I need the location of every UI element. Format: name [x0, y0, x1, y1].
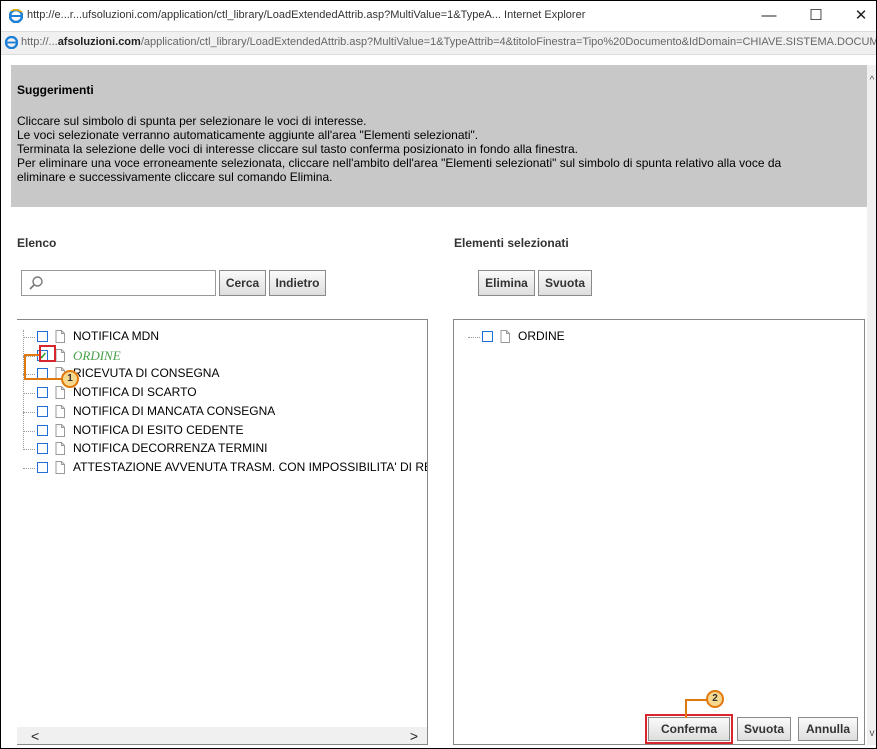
tree-item[interactable]: NOTIFICA MDN: [23, 328, 423, 346]
selected-label: Elementi selezionati: [454, 236, 569, 250]
tree-connector: [23, 430, 35, 432]
search-box[interactable]: [21, 270, 216, 296]
list-label: Elenco: [17, 236, 57, 250]
scroll-up-icon[interactable]: ^: [867, 75, 876, 86]
tree-item[interactable]: ORDINE: [468, 328, 864, 346]
tree-item[interactable]: ORDINE: [23, 347, 423, 365]
cancel-button[interactable]: Annulla: [798, 717, 858, 741]
item-label: ORDINE: [73, 347, 121, 363]
title-bar: http://e...r...ufsoluzioni.com/applicati…: [1, 1, 876, 31]
tree-connector: [23, 467, 35, 469]
tree-connector: [23, 411, 35, 413]
page-content: Suggerimenti Cliccare sul simbolo di spu…: [11, 65, 867, 745]
confirm-button[interactable]: Conferma: [645, 714, 733, 744]
internet-explorer-icon: [5, 36, 18, 49]
item-checkbox[interactable]: [482, 331, 493, 342]
internet-explorer-icon: [9, 9, 23, 23]
document-icon: [55, 442, 65, 456]
scroll-left-icon[interactable]: <: [31, 728, 39, 744]
item-label: NOTIFICA DI ESITO CEDENTE: [73, 422, 244, 437]
tree-connector: [23, 337, 35, 338]
item-label: NOTIFICA DI SCARTO: [73, 385, 197, 400]
help-text: Cliccare sul simbolo di spunta per selez…: [17, 114, 863, 184]
callout-badge-2: 2: [706, 690, 724, 708]
item-checkbox[interactable]: [37, 424, 48, 436]
tree-item[interactable]: ATTESTAZIONE AVVENUTA TRASM. CON IMPOSSI…: [23, 459, 427, 477]
document-icon: [55, 423, 65, 437]
document-icon: [55, 404, 65, 418]
help-panel: Suggerimenti Cliccare sul simbolo di spu…: [11, 65, 867, 207]
clear-button[interactable]: Svuota: [737, 717, 791, 741]
maximize-button[interactable]: ☐: [801, 5, 831, 27]
search-button[interactable]: Cerca: [219, 270, 266, 296]
tree-item[interactable]: NOTIFICA DI SCARTO: [23, 384, 423, 402]
item-label: RICEVUTA DI CONSEGNA: [73, 366, 220, 381]
tree-item[interactable]: NOTIFICA DI MANCATA CONSEGNA: [23, 403, 423, 421]
tree-connector: [23, 393, 35, 395]
vertical-scrollbar[interactable]: ^ v: [867, 65, 876, 745]
tree-connector: [468, 337, 480, 338]
help-line: Per eliminare una voce erroneamente sele…: [17, 156, 782, 170]
scroll-down-icon[interactable]: v: [867, 728, 876, 739]
help-title: Suggerimenti: [17, 83, 94, 97]
document-icon: [500, 330, 510, 343]
tree-item[interactable]: NOTIFICA DECORRENZA TERMINI: [23, 440, 423, 458]
help-line: Terminata la selezione delle voci di int…: [17, 142, 578, 156]
help-line: eliminare e successivamente cliccare sul…: [17, 170, 333, 184]
selected-items-tree: ORDINE Conferma Svuota Annulla 2: [453, 319, 865, 745]
scroll-right-icon[interactable]: >: [410, 728, 418, 744]
close-button[interactable]: ✕: [846, 5, 876, 27]
tree-connector: [23, 449, 35, 451]
tree-item[interactable]: NOTIFICA DI ESITO CEDENTE: [23, 422, 423, 440]
callout-badge-1: 1: [61, 370, 79, 388]
item-checkbox[interactable]: [37, 405, 48, 417]
document-icon: [55, 330, 65, 343]
tree-item[interactable]: RICEVUTA DI CONSEGNA: [23, 365, 423, 383]
window-title: http://e...r...ufsoluzioni.com/applicati…: [27, 9, 586, 21]
item-label: NOTIFICA MDN: [73, 329, 159, 343]
horizontal-scrollbar[interactable]: < >: [17, 727, 427, 744]
help-line: Le voci selezionate verranno automaticam…: [17, 128, 479, 142]
search-icon: [29, 276, 43, 290]
item-label: NOTIFICA DECORRENZA TERMINI: [73, 441, 268, 456]
help-line: Cliccare sul simbolo di spunta per selez…: [17, 114, 367, 128]
item-label: NOTIFICA DI MANCATA CONSEGNA: [73, 403, 276, 418]
address-url[interactable]: http://...afsoluzioni.com/application/ct…: [21, 36, 876, 48]
delete-button[interactable]: Elimina: [478, 270, 535, 296]
browser-window: http://e...r...ufsoluzioni.com/applicati…: [0, 0, 877, 749]
address-bar[interactable]: http://...afsoluzioni.com/application/ct…: [1, 31, 876, 55]
item-checkbox[interactable]: [37, 331, 48, 342]
item-checkbox[interactable]: [37, 443, 48, 455]
back-button[interactable]: Indietro: [269, 270, 326, 296]
item-label: ATTESTAZIONE AVVENUTA TRASM. CON IMPOSSI…: [73, 459, 427, 474]
item-checkbox[interactable]: [37, 461, 48, 473]
document-icon: [55, 460, 65, 474]
item-label: ORDINE: [518, 329, 565, 343]
search-input[interactable]: [50, 274, 214, 294]
minimize-button[interactable]: —: [754, 5, 784, 27]
clear-selection-button[interactable]: Svuota: [538, 270, 592, 296]
